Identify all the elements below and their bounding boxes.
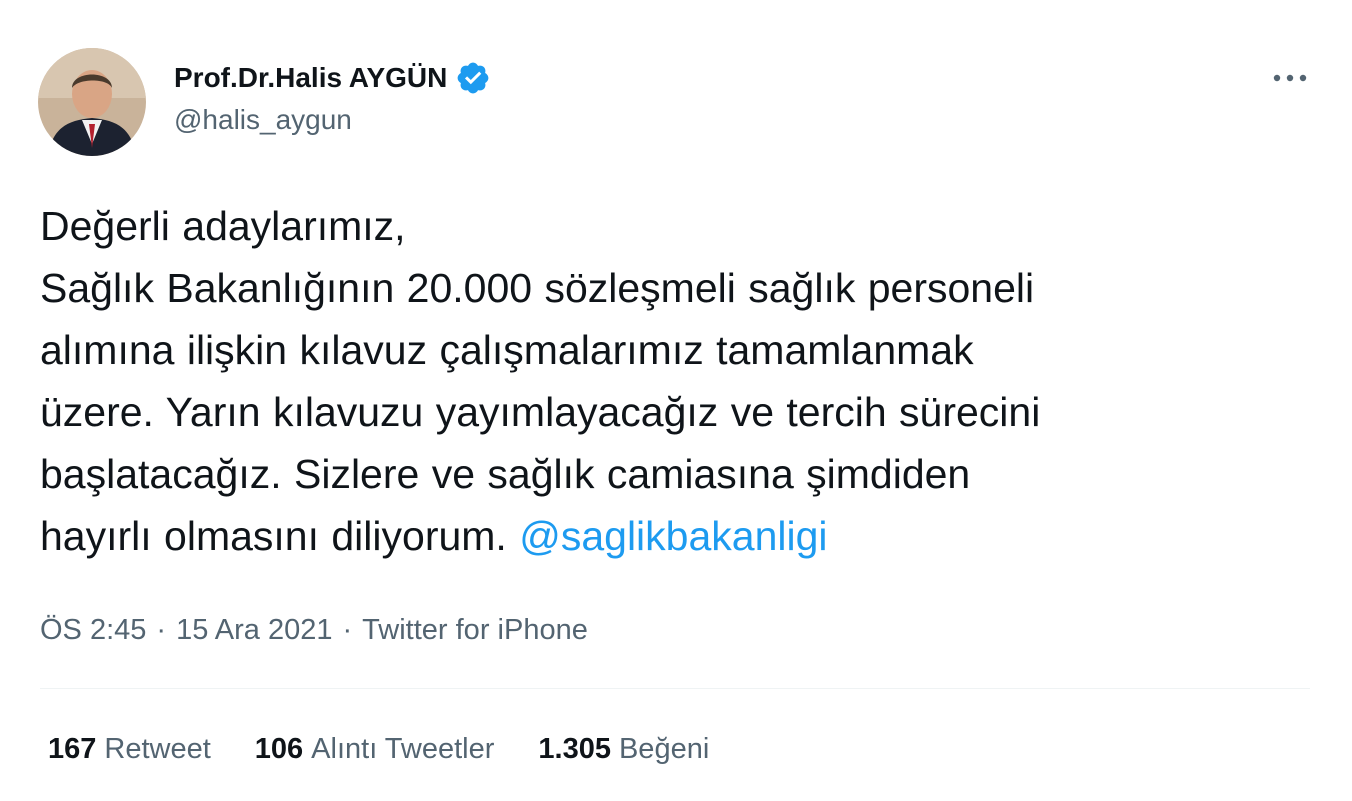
meta-separator: ·	[156, 613, 167, 646]
quotes-label: Alıntı Tweetler	[311, 732, 495, 765]
tweet-text-line: hayırlı olmasını diliyorum.	[40, 513, 520, 559]
tweet-text-line: üzere. Yarın kılavuzu yayımlayacağız ve …	[40, 389, 1041, 435]
retweets-stat[interactable]: 167 Retweet	[48, 733, 211, 766]
tweet-meta: ÖS 2:45 · 15 Ara 2021 · Twitter for iPho…	[40, 608, 588, 652]
likes-stat[interactable]: 1.305 Beğeni	[538, 733, 709, 766]
likes-count: 1.305	[538, 732, 611, 765]
tweet-text: Değerli adaylarımız, Sağlık Bakanlığının…	[40, 195, 1315, 567]
author-name-row: Prof.Dr.Halis AYGÜN	[174, 58, 491, 98]
tweet-time[interactable]: ÖS 2:45	[40, 614, 146, 647]
quotes-count: 106	[254, 732, 304, 765]
mention-link[interactable]: @saglikbakanligi	[519, 513, 827, 559]
divider	[40, 688, 1310, 689]
likes-label: Beğeni	[618, 732, 710, 765]
quotes-stat[interactable]: 106 Alıntı Tweetler	[255, 733, 495, 766]
tweet-date[interactable]: 15 Ara 2021	[176, 614, 332, 647]
display-name[interactable]: Prof.Dr.Halis AYGÜN	[174, 62, 447, 94]
tweet-card: Prof.Dr.Halis AYGÜN @halis_aygun Değerli…	[0, 0, 1352, 801]
avatar[interactable]	[38, 48, 146, 156]
tweet-source[interactable]: Twitter for iPhone	[362, 614, 588, 647]
tweet-text-line: Değerli adaylarımız,	[40, 203, 406, 249]
retweets-label: Retweet	[104, 732, 211, 765]
tweet-text-line: alımına ilişkin kılavuz çalışmalarımız t…	[40, 327, 974, 373]
tweet-text-line: Sağlık Bakanlığının 20.000 sözleşmeli sa…	[40, 265, 1035, 311]
author-handle[interactable]: @halis_aygun	[174, 104, 352, 136]
tweet-stats: 167 Retweet 106 Alıntı Tweetler 1.305 Be…	[48, 726, 753, 772]
tweet-text-line: başlatacağız. Sizlere ve sağlık camiasın…	[40, 451, 971, 497]
avatar-image	[38, 48, 146, 156]
more-horizontal-icon	[1273, 74, 1307, 82]
meta-separator: ·	[342, 613, 353, 646]
verified-badge-icon	[455, 60, 491, 96]
more-options-button[interactable]	[1266, 58, 1314, 98]
retweets-count: 167	[48, 732, 97, 765]
